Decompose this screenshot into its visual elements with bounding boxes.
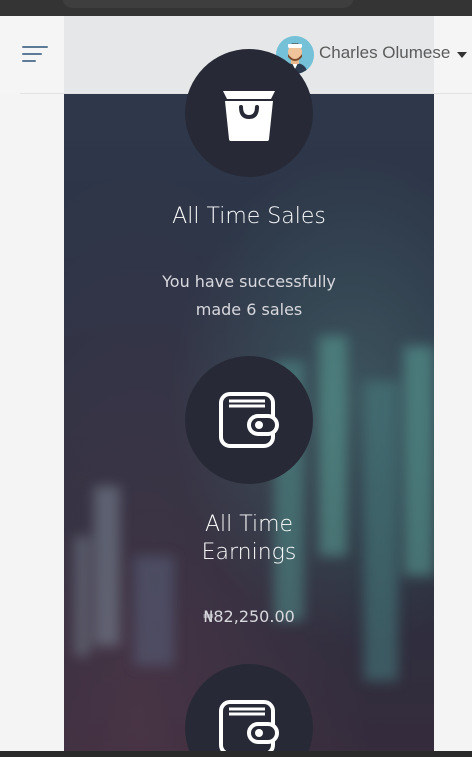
wallet-icon [219,392,279,448]
address-bar[interactable] [62,0,354,8]
sales-icon-circle [185,49,313,177]
browser-bottom-bar [0,751,472,757]
browser-top-bar [0,0,472,16]
user-name[interactable]: Charles Olumese [319,43,450,63]
earnings-value: ₦82,250.00 [203,607,295,626]
earnings-title: All Time Earnings [201,512,297,565]
sales-description: You have successfully made 6 sales [162,272,336,319]
hamburger-menu-icon[interactable] [22,46,50,64]
shopping-bag-icon [223,91,275,141]
earnings-icon-circle [185,356,313,484]
sales-title: All Time Sales [172,204,326,229]
caret-down-icon[interactable] [457,52,467,58]
wallet-icon [219,700,279,756]
